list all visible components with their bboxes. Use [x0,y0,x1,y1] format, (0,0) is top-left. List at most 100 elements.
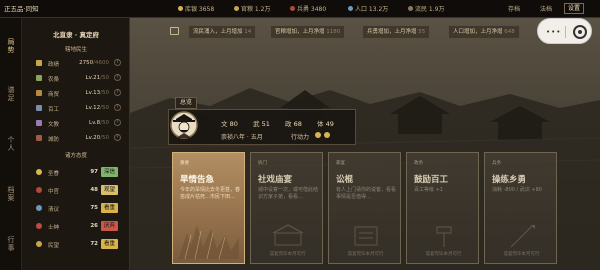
help-icon[interactable]: ? [114,74,121,81]
gentry-icon [36,223,42,229]
help-icon[interactable]: ? [114,119,121,126]
stat-row-defense[interactable]: 城防 Lv.20/50? [34,133,124,144]
stat-row-crafts[interactable]: 百工 Lv.12/50? [34,103,124,114]
help-icon[interactable]: ? [114,134,121,141]
overview-tag: 总览 [175,97,198,109]
defense-icon [36,135,42,141]
card-desc: 有人上门请你的说客，看看事情是否值得… [336,187,397,200]
card-desc: 消耗 -800 / 武识 +80 [492,187,542,193]
banquet-icon [272,224,304,246]
close-target-icon[interactable] [573,25,587,39]
top-status-bar: 正五品·同知 库银 3658 官粮 1.2万 兵勇 3480 人口 13.2万 … [0,0,600,18]
status-badge: 看重 [101,239,118,249]
action-point-icon [324,132,330,138]
archive-button[interactable]: 法档 [540,4,552,13]
faction-row-emperor[interactable]: 圣眷 97 深信 [34,166,122,179]
help-icon[interactable]: ? [114,89,121,96]
card-name: 旱情告急 [180,175,215,185]
event-card-encourage-crafts[interactable]: 政务 鼓励百工 百工等级 +1 庙宴完毕本月可行 [406,152,479,264]
card-kind: 兵务 [492,161,501,166]
miniprogram-capsule: ••• [537,18,592,44]
card-kind: 家宴 [336,161,345,166]
card-kind: 拆门 [258,161,267,166]
card-kind: 政务 [414,161,423,166]
rank-title: 正五品·同知 [4,5,39,13]
faction-row-people[interactable]: 民望 72 看重 [34,238,122,251]
status-badge: 看重 [101,203,118,213]
spear-icon [510,224,535,248]
notification-grain[interactable]: 官粮增加，上月净增 1180 [270,25,346,39]
nav-actions[interactable]: 行事 [5,236,17,252]
nav-situation[interactable]: 局势 [5,38,17,54]
help-icon[interactable]: ? [114,104,121,111]
faction-row-gentry[interactable]: 士绅 26 厌弃 [34,220,122,233]
faction-row-eunuchs[interactable]: 中官 48 观望 [34,184,122,197]
trade-icon [36,90,42,96]
notification-soldiers[interactable]: 兵勇增加，上月净增 55 [362,25,431,39]
settings-button[interactable]: 设置 [564,3,585,14]
event-card-drought[interactable]: 重要 旱情告急 今年的旱情比去冬更甚，春苗成片枯死…市民下田… [172,152,245,264]
notification-refugees[interactable]: 流民涌入，上月增加 14 [188,25,257,39]
stat-grain: 官粮 1.2万 [234,4,270,13]
more-icon[interactable]: ••• [546,29,561,36]
event-card-village-opera[interactable]: 拆门 社戏庙宴 城中设宴一次，或可借此结识方家子弟，看看… 庙宴完毕本月可行 [250,152,323,264]
action-points-label: 行动力 [291,134,310,141]
stat-physique: 体 49 [317,120,334,128]
agriculture-icon [36,75,42,81]
scholar-icon [36,205,42,211]
people-icon [348,6,353,11]
stat-row-education[interactable]: 文教 Lv.8/50? [34,118,124,129]
game-date: 崇祯八年 · 五月 [221,134,263,141]
nav-records[interactable]: 谱足 [5,86,17,102]
card-desc: 今年的旱情比去冬更甚，春苗成片枯死…市民下田… [180,187,241,200]
prefecture-panel: 北直隶 · 真定府 辖地民生 政绩 2750/4600? 农桑 Lv.21/50? … [22,18,130,270]
stat-row-merit[interactable]: 政绩 2750/4600? [34,58,124,69]
card-name: 操练乡勇 [492,175,527,185]
message-icon[interactable] [170,27,179,35]
notification-population[interactable]: 人口增加，上月净增 648 [448,25,520,39]
crafts-icon [36,105,42,111]
refugee-icon [408,6,413,11]
coin-icon [178,6,183,11]
emperor-icon [36,169,42,175]
card-name: 社戏庙宴 [258,175,293,185]
event-card-drill-militia[interactable]: 兵务 操练乡勇 消耗 -800 / 武识 +80 庙宴完毕本月可行 [484,152,557,264]
stat-literacy: 文 80 [221,120,238,128]
livelihood-heading: 辖地民生 [64,47,87,53]
faction-row-scholars[interactable]: 清议 75 看重 [34,202,122,215]
left-nav: 局势 谱足 个人 档案 行事 [0,18,22,270]
stat-row-agriculture[interactable]: 农桑 Lv.21/50? [34,73,124,84]
card-footer: 庙宴完毕本月可行 [269,252,306,257]
stat-row-trade[interactable]: 商贸 Lv.13/50? [34,88,124,99]
help-icon[interactable]: ? [114,59,121,66]
card-desc: 百工等级 +1 [414,187,443,193]
event-card-litigator[interactable]: 家宴 讼棍 有人上门请你的说客，看看事情是否值得… 庙宴完毕本月可行 [328,152,401,264]
status-badge: 厌弃 [101,221,118,231]
status-badge: 观望 [101,185,118,195]
stat-martial: 武 51 [253,120,270,128]
eunuch-icon [36,187,42,193]
official-portrait [170,111,198,139]
card-footer: 庙宴完毕本月可行 [347,252,384,257]
nav-archive[interactable]: 档案 [5,186,17,202]
action-point-icon [315,132,321,138]
stat-population: 人口 13.2万 [348,4,388,13]
grain-icon [234,6,239,11]
card-kind: 重要 [180,161,189,166]
save-button[interactable]: 存档 [508,4,520,13]
card-footer: 庙宴完毕本月可行 [503,252,540,257]
scroll-icon [354,226,378,246]
prefecture-title: 北直隶 · 真定府 [53,31,99,39]
card-footer: 庙宴完毕本月可行 [425,252,462,257]
people-icon [36,241,42,247]
stat-politics: 政 68 [285,120,302,128]
soldier-icon [290,6,295,11]
merit-icon [36,60,42,66]
card-name: 讼棍 [336,175,354,185]
nav-personal[interactable]: 个人 [5,136,17,152]
drought-illustration [179,225,239,259]
stat-treasury: 库银 3658 [178,4,214,13]
card-desc: 城中设宴一次，或可借此结识方家子弟，看看… [258,187,319,200]
attitudes-heading: 诸方态度 [64,153,87,159]
status-badge: 深信 [101,167,118,177]
